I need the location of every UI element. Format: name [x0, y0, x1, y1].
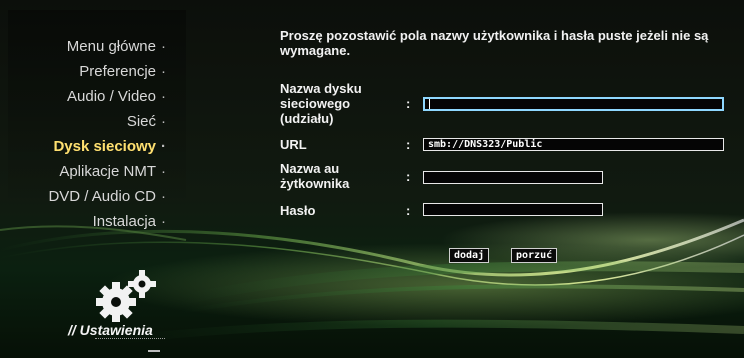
- section-title: // Ustawienia: [68, 322, 153, 338]
- sidebar-item-3[interactable]: Audio / Video ·: [48, 84, 166, 109]
- sidebar-item-1[interactable]: Menu główne ·: [48, 34, 166, 59]
- password-input[interactable]: [423, 203, 603, 216]
- sidebar-bullet: ·: [161, 63, 166, 80]
- sidebar-bullet: ·: [161, 213, 166, 230]
- sidebar-item-7[interactable]: DVD / Audio CD ·: [48, 184, 166, 209]
- sidebar-item-2[interactable]: Preferencje ·: [48, 59, 166, 84]
- url-input[interactable]: smb://DNS323/Public: [423, 138, 724, 151]
- share-name-label: Nazwa dysku sieciowego (udziału): [280, 81, 362, 126]
- sidebar-item-4[interactable]: Sieć ·: [48, 109, 166, 134]
- sidebar-item-label: Preferencje: [79, 63, 156, 80]
- sidebar-bullet: ·: [161, 188, 166, 205]
- add-button[interactable]: dodaj: [449, 248, 490, 263]
- sidebar-bullet: ·: [161, 88, 166, 105]
- sidebar-item-label: Aplikacje NMT: [59, 163, 156, 180]
- url-label: URL: [280, 137, 307, 152]
- sidebar-item-label: Instalacja: [92, 213, 156, 230]
- password-colon: :: [406, 203, 411, 218]
- settings-menu: Menu główne · Preferencje · Audio / Video · Si…: [48, 34, 166, 234]
- sidebar-bullet: ·: [161, 113, 166, 130]
- sidebar-item-6[interactable]: Aplikacje NMT ·: [48, 159, 166, 184]
- sidebar-item-5[interactable]: Dysk sieciowy ·: [48, 134, 166, 159]
- username-input[interactable]: [423, 171, 603, 184]
- sidebar-item-label: Menu główne: [66, 38, 156, 55]
- share-name-input[interactable]: [423, 97, 724, 111]
- password-label: Hasło: [280, 203, 316, 218]
- text-caret: [429, 99, 430, 109]
- form-notice: Proszę pozostawić pola nazwy użytkownika…: [280, 28, 709, 58]
- share-name-colon: :: [406, 96, 411, 111]
- sidebar-bullet: ·: [161, 163, 166, 180]
- username-label: Nazwa au żytkownika: [280, 161, 350, 191]
- sidebar-bullet: ·: [161, 38, 166, 55]
- sidebar-item-label: Audio / Video: [67, 88, 156, 105]
- section-underline: [95, 338, 165, 343]
- url-colon: :: [406, 137, 411, 152]
- sidebar-item-8[interactable]: Instalacja ·: [48, 209, 166, 234]
- section-underline-mark: [148, 350, 160, 352]
- sidebar-item-label: DVD / Audio CD: [48, 188, 156, 205]
- network-share-form: Proszę pozostawić pola nazwy użytkownika…: [186, 10, 738, 352]
- sidebar-item-label: Sieć: [126, 113, 156, 130]
- cancel-button[interactable]: porzuć: [511, 248, 558, 263]
- username-colon: :: [406, 169, 411, 184]
- settings-sidebar: Menu główne · Preferencje · Audio / Video · Si…: [8, 10, 186, 352]
- gears-icon: [96, 270, 156, 322]
- sidebar-item-label: Dysk sieciowy: [53, 138, 156, 155]
- sidebar-bullet: ·: [161, 138, 166, 155]
